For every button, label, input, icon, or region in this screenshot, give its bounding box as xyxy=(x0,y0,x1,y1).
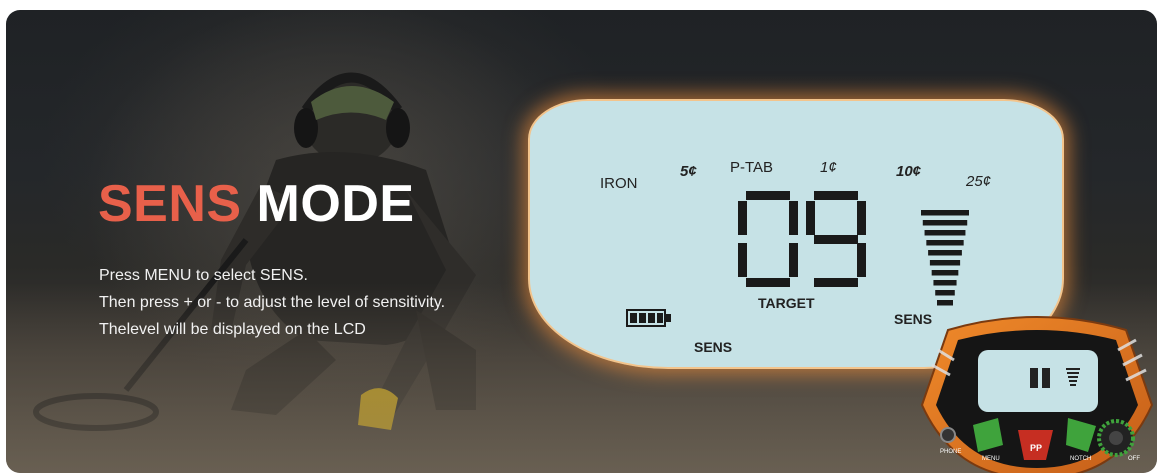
lcd-label-5c: 5¢ xyxy=(680,163,697,180)
sens-bar xyxy=(928,250,962,256)
sens-bar xyxy=(921,210,969,216)
sens-bar xyxy=(929,260,961,266)
lcd-label-1c: 1¢ xyxy=(820,159,837,176)
device-label-pp: PP xyxy=(1030,443,1042,453)
page-title: SENS MODE xyxy=(98,174,415,234)
hero-banner: SENS MODE Press MENU to select SENS. The… xyxy=(6,10,1157,473)
device-label-notch: NOTCH xyxy=(1070,456,1091,462)
title-rest: MODE xyxy=(241,175,415,233)
description-line: Thelevel will be displayed on the LCD xyxy=(99,321,366,338)
sens-bar xyxy=(922,220,968,226)
lcd-reading-digits xyxy=(738,191,866,287)
sens-bar xyxy=(924,230,966,236)
lcd-label-target: TARGET xyxy=(758,295,815,311)
sens-bar xyxy=(935,290,955,296)
sens-bar xyxy=(926,240,964,246)
metal-detector-control-box: PHONE MENU PP NOTCH OFF xyxy=(920,316,1154,473)
device-label-off: OFF xyxy=(1128,456,1140,462)
lcd-label-iron: IRON xyxy=(600,175,638,192)
lcd-label-25c: 25¢ xyxy=(966,173,992,190)
sens-bar xyxy=(931,270,959,276)
device-label-menu: MENU xyxy=(982,456,1000,462)
lcd-label-sens-bottom: SENS xyxy=(694,339,733,355)
title-accent: SENS xyxy=(98,175,242,233)
battery-icon xyxy=(626,309,671,327)
device-label-phone: PHONE xyxy=(940,449,961,455)
lcd-label-ptab: P-TAB xyxy=(730,159,774,176)
description-line: Press MENU to select SENS. xyxy=(99,267,308,284)
sens-bar xyxy=(933,280,957,286)
sens-level-bars xyxy=(921,210,969,306)
sens-bar xyxy=(937,300,953,306)
lcd-label-10c: 10¢ xyxy=(896,163,922,180)
mode-description: Press MENU to select SENS. Then press + … xyxy=(99,262,529,343)
description-line: Then press + or - to adjust the level of… xyxy=(99,294,446,311)
